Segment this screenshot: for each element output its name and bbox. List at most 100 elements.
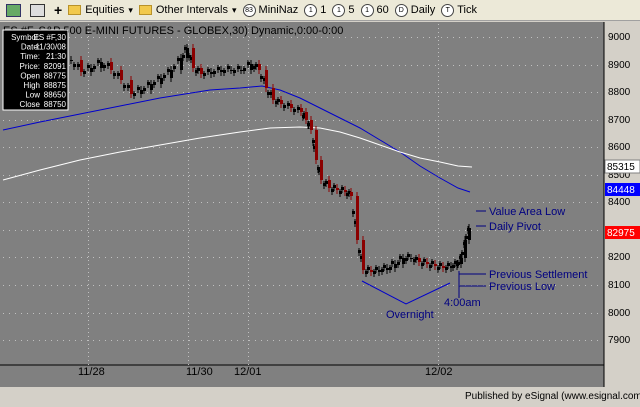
grid-dot <box>453 313 454 314</box>
grid-dot <box>405 147 406 148</box>
grid-dot <box>188 304 189 305</box>
grid-dot <box>351 230 352 231</box>
grid-dot <box>279 202 280 203</box>
candle-body <box>255 64 258 67</box>
interval-5-label: 5 <box>348 4 355 16</box>
grid-dot <box>363 230 364 231</box>
grid-dot <box>88 360 89 361</box>
candle-body <box>107 63 110 66</box>
grid-dot <box>88 320 89 321</box>
grid-dot <box>345 65 346 66</box>
grid-dot <box>297 230 298 231</box>
grid-dot <box>141 257 142 258</box>
grid-dot <box>285 257 286 258</box>
grid-dot <box>447 120 448 121</box>
interval-1-button[interactable]: 1 1 <box>301 2 329 19</box>
grid-dot <box>579 65 580 66</box>
grid-dot <box>555 175 556 176</box>
grid-dot <box>261 147 262 148</box>
interval-5-button[interactable]: 1 5 <box>329 2 357 19</box>
grid-dot <box>423 92 424 93</box>
grid-dot <box>195 202 196 203</box>
grid-dot <box>135 175 136 176</box>
grid-dot <box>525 175 526 176</box>
daily-button[interactable]: D Daily <box>392 2 438 19</box>
grid-dot <box>501 37 502 38</box>
grid-dot <box>207 147 208 148</box>
grid-dot <box>219 257 220 258</box>
grid-dot <box>135 257 136 258</box>
grid-dot <box>99 120 100 121</box>
grid-dot <box>438 172 439 173</box>
tick-button[interactable]: T Tick <box>438 2 480 19</box>
grid-dot <box>285 285 286 286</box>
grid-dot <box>375 92 376 93</box>
grid-dot <box>171 37 172 38</box>
grid-dot <box>188 160 189 161</box>
four-am-label: 4:00am <box>444 297 481 309</box>
grid-dot <box>188 132 189 133</box>
grid-dot <box>438 352 439 353</box>
candle-body <box>73 64 76 67</box>
grid-dot <box>495 120 496 121</box>
grid-dot <box>153 120 154 121</box>
grid-dot <box>171 92 172 93</box>
grid-dot <box>549 313 550 314</box>
grid-dot <box>471 147 472 148</box>
grid-dot <box>273 37 274 38</box>
grid-dot <box>237 257 238 258</box>
grid-dot <box>165 37 166 38</box>
grid-dot <box>15 285 16 286</box>
price-chart[interactable]: Value Area Low Daily Pivot Previous Sett… <box>0 22 640 404</box>
previous-settlement-label: Previous Settlement <box>489 269 587 281</box>
candle-body <box>389 267 392 270</box>
grid-dot <box>201 257 202 258</box>
grid-dot <box>297 92 298 93</box>
add-button[interactable]: + <box>51 2 65 19</box>
grid-dot <box>315 175 316 176</box>
grid-dot <box>255 120 256 121</box>
grid-dot <box>207 230 208 231</box>
candle-body <box>265 70 268 88</box>
grid-dot <box>248 308 249 309</box>
grid-dot <box>248 264 249 265</box>
grid-dot <box>438 80 439 81</box>
chart-window[interactable]: Value Area Low Daily Pivot Previous Sett… <box>0 22 640 404</box>
grid-dot <box>327 230 328 231</box>
grid-dot <box>297 340 298 341</box>
grid-dot <box>381 175 382 176</box>
grid-dot <box>387 120 388 121</box>
other-intervals-menu[interactable]: Other Intervals ▾ <box>136 2 240 19</box>
chart-button[interactable] <box>27 2 51 19</box>
grid-dot <box>438 64 439 65</box>
grid-dot <box>597 92 598 93</box>
grid-dot <box>188 68 189 69</box>
candle-body <box>110 62 113 70</box>
grid-dot <box>489 37 490 38</box>
equities-menu[interactable]: Equities ▾ <box>65 2 136 19</box>
grid-dot <box>63 120 64 121</box>
grid-dot <box>165 257 166 258</box>
candle-body <box>457 262 460 265</box>
mininaz-button[interactable]: 83 MiniNaz <box>240 2 302 19</box>
grid-dot <box>438 28 439 29</box>
grid-dot <box>99 65 100 66</box>
layout-button[interactable] <box>3 2 27 19</box>
grid-dot <box>237 230 238 231</box>
candle-body <box>434 264 437 266</box>
interval-60-button[interactable]: 1 60 <box>358 2 392 19</box>
grid-dot <box>438 132 439 133</box>
grid-dot <box>21 257 22 258</box>
grid-dot <box>188 228 189 229</box>
grid-dot <box>63 147 64 148</box>
candle-body <box>250 64 253 70</box>
grid-dot <box>88 208 89 209</box>
data-window[interactable]: Symbol:ES #F,30Date:11/30/08Time: 21:30Pr… <box>2 29 69 111</box>
grid-dot <box>219 340 220 341</box>
grid-dot <box>438 68 439 69</box>
grid-dot <box>591 202 592 203</box>
grid-dot <box>255 92 256 93</box>
grid-dot <box>88 152 89 153</box>
grid-dot <box>297 65 298 66</box>
grid-dot <box>81 37 82 38</box>
